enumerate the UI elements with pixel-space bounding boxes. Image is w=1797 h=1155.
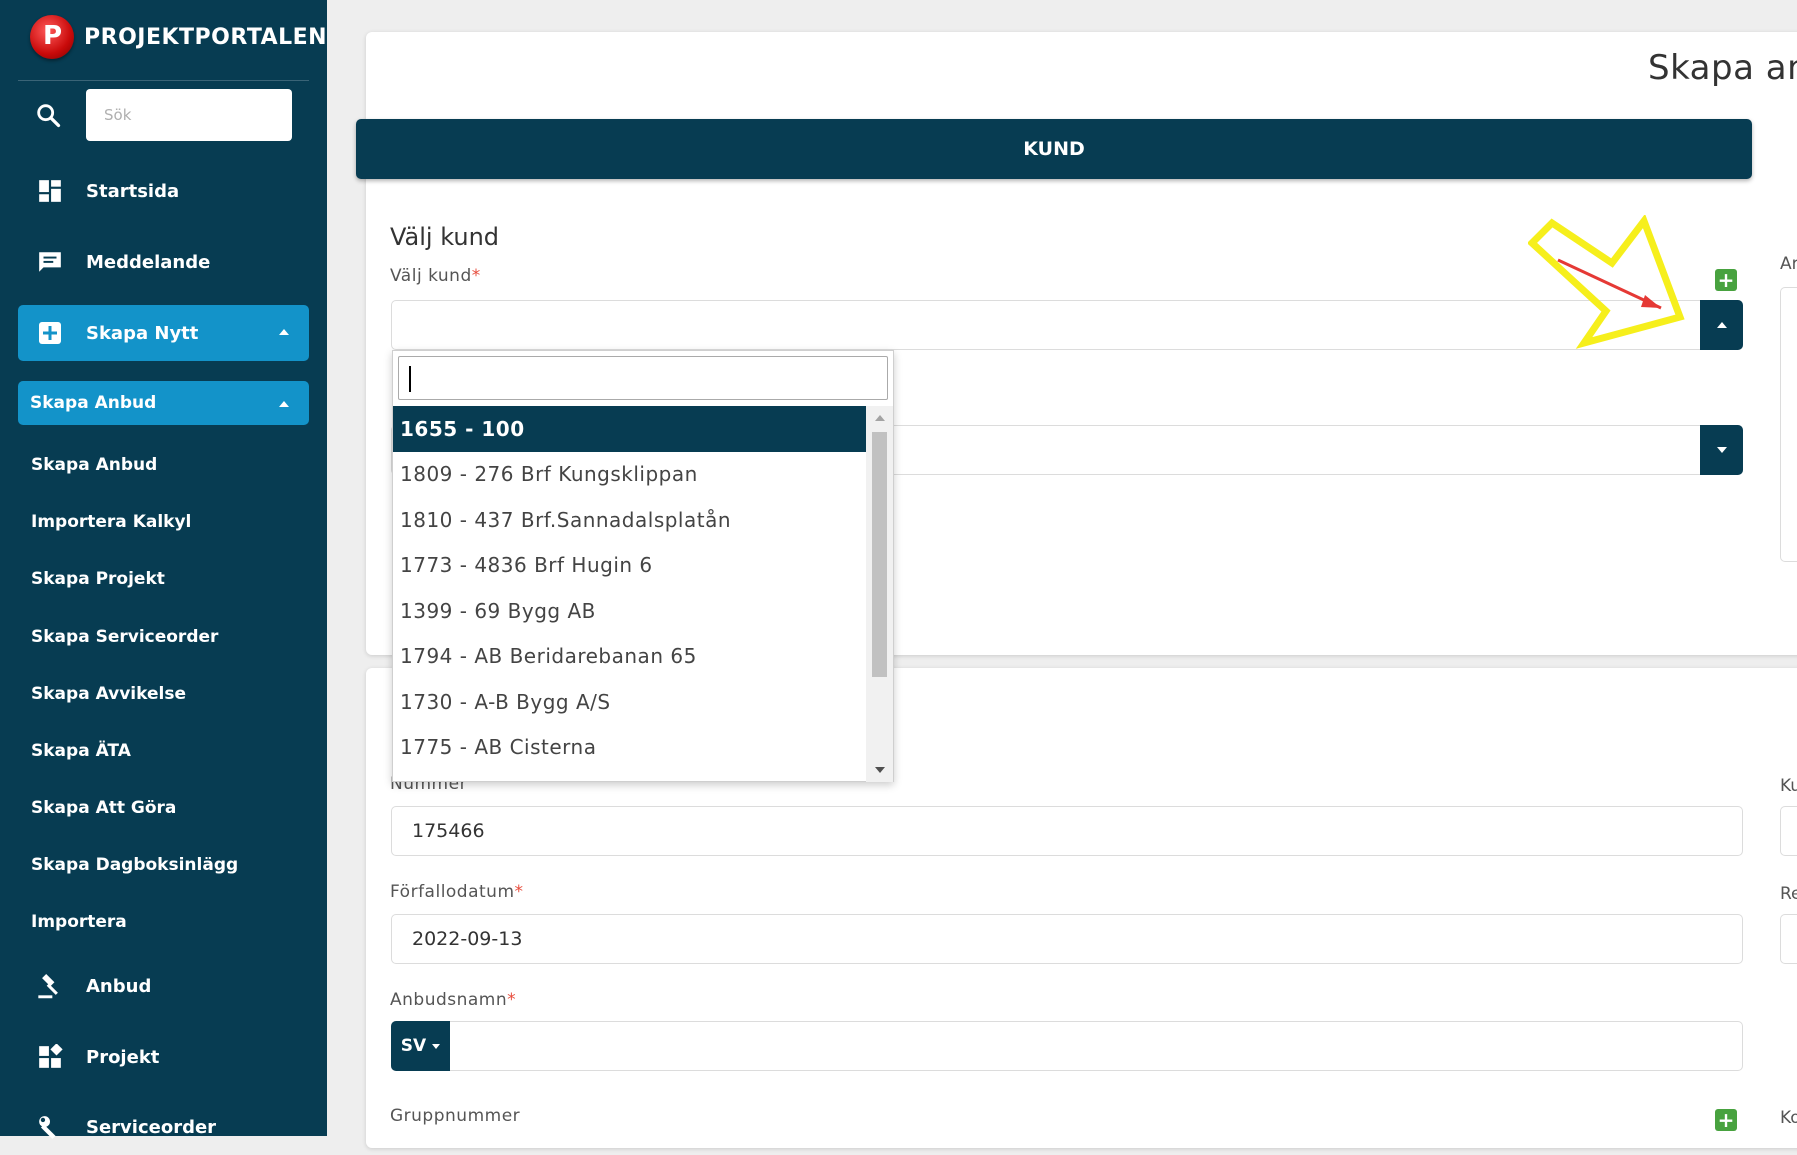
widgets-icon [36, 1043, 64, 1071]
add-box-icon [36, 319, 64, 347]
scroll-thumb[interactable] [872, 432, 887, 677]
dropdown-option[interactable]: 1655 - 100 [393, 406, 866, 452]
dropdown-option[interactable]: 1794 - AB Beridarebanan 65 [393, 634, 866, 680]
sidebar-item-anbud[interactable]: Anbud [18, 958, 309, 1014]
brand-title: PROJEKTPORTALEN [84, 24, 328, 50]
submenu-item-importera[interactable]: Importera [31, 912, 127, 932]
submenu-item-skapa-anbud[interactable]: Skapa Anbud [31, 455, 157, 475]
submenu-item-importera-kalkyl[interactable]: Importera Kalkyl [31, 512, 191, 532]
submenu-head-skapa-anbud[interactable]: Skapa Anbud [18, 381, 309, 425]
divider [18, 80, 309, 81]
caret-down-icon [432, 1043, 441, 1049]
sidebar-item-label: Serviceorder [86, 1116, 217, 1138]
page-title: Skapa an [1648, 48, 1797, 88]
language-select[interactable]: SV [391, 1021, 450, 1071]
right-textarea[interactable] [1780, 287, 1797, 562]
right-input[interactable] [1780, 806, 1797, 856]
right-column-label: Re [1780, 884, 1797, 904]
submenu-item-skapa-avvikelse[interactable]: Skapa Avvikelse [31, 684, 186, 704]
dropdown-option[interactable]: 1399 - 69 Bygg AB [393, 588, 866, 634]
sidebar-item-serviceorder[interactable]: Serviceorder [18, 1099, 309, 1155]
dropdown-option[interactable]: 1775 - AB Cisterna [393, 725, 866, 771]
sidebar-item-label: Projekt [86, 1046, 160, 1068]
add-group-button[interactable]: + [1715, 1109, 1737, 1131]
sidebar-item-skapa-nytt[interactable]: Skapa Nytt [18, 305, 309, 361]
language-label: SV [400, 1036, 427, 1056]
sidebar-item-label: Skapa Nytt [86, 322, 199, 344]
forfallodatum-label: Förfallodatum* [390, 882, 524, 902]
right-column-label: Ar [1780, 254, 1797, 274]
forfallodatum-input[interactable]: 2022-09-13 [391, 914, 1743, 964]
sidebar-search [34, 89, 292, 141]
search-input[interactable] [86, 89, 292, 141]
search-icon [37, 104, 61, 128]
wrench-icon [36, 1113, 64, 1141]
dropdown-search-input[interactable] [398, 356, 888, 400]
sidebar-item-meddelande[interactable]: Meddelande [18, 234, 309, 290]
gavel-icon [36, 972, 64, 1000]
dropdown-option[interactable]: 1730 - A-B Bygg A/S [393, 679, 866, 725]
sidebar-item-label: Anbud [86, 975, 152, 997]
sidebar-item-label: Meddelande [86, 251, 211, 273]
customer-select-toggle[interactable] [1700, 300, 1743, 350]
dropdown-scrollbar[interactable] [866, 406, 893, 782]
submenu-item-skapa-ata[interactable]: Skapa ÄTA [31, 741, 131, 761]
dropdown-option[interactable]: 1706 - AB Familjebostäder [393, 770, 866, 782]
submenu-head-label: Skapa Anbud [30, 393, 157, 413]
annotation-arrow-icon [1528, 215, 1685, 349]
submenu-item-skapa-serviceorder[interactable]: Skapa Serviceorder [31, 627, 218, 647]
caret-up-icon [1716, 322, 1727, 328]
contact-select-toggle[interactable] [1700, 425, 1743, 475]
brand[interactable]: P PROJEKTPORTALEN [30, 12, 327, 62]
submenu-item-skapa-projekt[interactable]: Skapa Projekt [31, 569, 165, 589]
section-title: Välj kund [390, 223, 500, 251]
anbudsnamn-input[interactable] [391, 1021, 1743, 1071]
sidebar-item-startsida[interactable]: Startsida [18, 163, 309, 219]
valj-kund-label: Välj kund* [390, 266, 481, 286]
caret-up-icon [279, 401, 289, 407]
add-customer-button[interactable]: + [1715, 269, 1737, 291]
anbudsnamn-label: Anbudsnamn* [390, 990, 517, 1010]
customer-dropdown: 1655 - 100 1809 - 276 Brf Kungsklippan 1… [392, 350, 894, 782]
scroll-up-icon[interactable] [875, 415, 885, 421]
logo-icon: P [30, 15, 74, 59]
dropdown-option[interactable]: 1773 - 4836 Brf Hugin 6 [393, 543, 866, 589]
caret-down-icon [1716, 447, 1727, 453]
dropdown-option[interactable]: 1809 - 276 Brf Kungsklippan [393, 452, 866, 498]
message-icon [36, 248, 64, 276]
right-column-label: Ku [1780, 776, 1797, 796]
caret-up-icon [279, 329, 289, 335]
gruppnummer-label: Gruppnummer [390, 1106, 521, 1126]
sidebar: P PROJEKTPORTALEN Startsida Meddelande S… [0, 0, 327, 1139]
sidebar-item-label: Startsida [86, 180, 180, 202]
right-column-label: Ko [1780, 1108, 1797, 1128]
sidebar-item-projekt[interactable]: Projekt [18, 1029, 309, 1085]
scroll-down-icon[interactable] [875, 767, 885, 773]
submenu-item-skapa-att-gora[interactable]: Skapa Att Göra [31, 798, 176, 818]
right-input[interactable] [1780, 914, 1797, 964]
text-cursor [409, 366, 411, 392]
nummer-input[interactable]: 175466 [391, 806, 1743, 856]
tab-kund[interactable]: KUND [356, 119, 1752, 179]
dropdown-option[interactable]: 1810 - 437 Brf.Sannadalsplatån [393, 497, 866, 543]
dropdown-options: 1655 - 100 1809 - 276 Brf Kungsklippan 1… [393, 406, 866, 782]
submenu-item-skapa-dagboksinlagg[interactable]: Skapa Dagboksinlägg [31, 855, 238, 875]
dashboard-icon [36, 177, 64, 205]
